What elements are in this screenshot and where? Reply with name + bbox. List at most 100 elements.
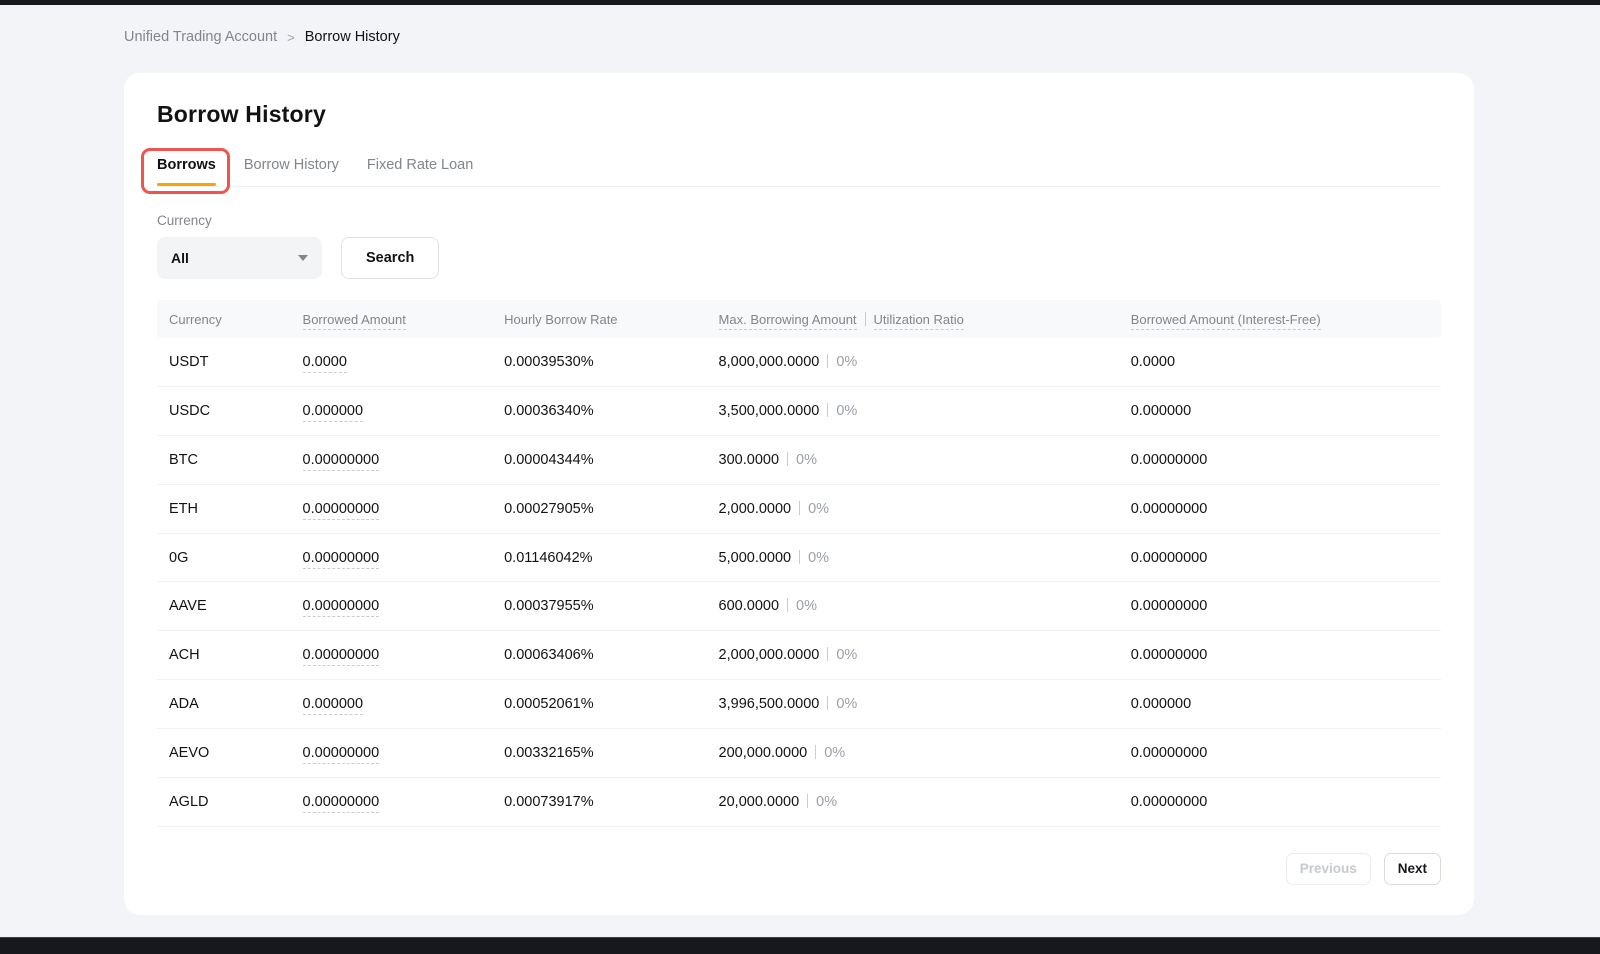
cell-currency: 0G [157, 550, 291, 566]
cell-borrowed-interest-free: 0.00000000 [1119, 647, 1441, 663]
tab-fixed-rate-loan-label: Fixed Rate Loan [367, 157, 473, 173]
cell-currency: BTC [157, 452, 291, 468]
previous-page-button[interactable]: Previous [1286, 853, 1371, 885]
cell-borrowed-amount: 0.000000 [291, 403, 493, 419]
active-tab-underline [157, 183, 216, 186]
pagination: Previous Next [157, 853, 1441, 885]
next-page-button[interactable]: Next [1384, 853, 1441, 885]
page-title: Borrow History [157, 101, 1441, 128]
cell-max-utilization: 3,500,000.00000% [707, 403, 1119, 419]
cell-max-utilization: 8,000,000.00000% [707, 354, 1119, 370]
breadcrumb-parent-link[interactable]: Unified Trading Account [124, 29, 277, 45]
cell-max-utilization: 3,996,500.00000% [707, 696, 1119, 712]
cell-borrowed-amount: 0.0000 [291, 354, 493, 370]
cell-utilization-ratio: 0% [796, 598, 817, 614]
table-row: ADA 0.000000 0.00052061% 3,996,500.00000… [157, 680, 1441, 729]
cell-currency: ETH [157, 501, 291, 517]
tab-fixed-rate-loan[interactable]: Fixed Rate Loan [367, 157, 473, 186]
cell-currency: ACH [157, 647, 291, 663]
cell-borrowed-interest-free: 0.00000000 [1119, 794, 1441, 810]
cell-divider [827, 696, 828, 710]
cell-borrowed-interest-free: 0.000000 [1119, 403, 1441, 419]
cell-max-utilization: 2,000.00000% [707, 501, 1119, 517]
cell-divider [815, 745, 816, 759]
currency-filter-label: Currency [157, 213, 1441, 228]
cell-currency: USDT [157, 354, 291, 370]
cell-currency: AAVE [157, 598, 291, 614]
chevron-down-icon [298, 255, 308, 261]
top-black-bar [0, 0, 1600, 5]
cell-utilization-ratio: 0% [808, 501, 829, 517]
currency-select[interactable]: All [157, 237, 322, 279]
cell-borrowed-amount: 0.00000000 [291, 745, 493, 761]
cell-currency: AGLD [157, 794, 291, 810]
header-borrowed-amount: Borrowed Amount [291, 312, 493, 327]
cell-currency: ADA [157, 696, 291, 712]
header-currency: Currency [157, 312, 291, 327]
cell-borrowed-interest-free: 0.00000000 [1119, 550, 1441, 566]
cell-hourly-borrow-rate: 0.00073917% [492, 794, 706, 810]
header-divider [865, 312, 866, 326]
cell-hourly-borrow-rate: 0.00027905% [492, 501, 706, 517]
cell-divider [799, 501, 800, 515]
search-button[interactable]: Search [341, 237, 439, 279]
breadcrumb-separator-icon: > [287, 30, 295, 45]
cell-borrowed-amount: 0.00000000 [291, 794, 493, 810]
filter-section: Currency All Search [157, 213, 1441, 279]
cell-utilization-ratio: 0% [836, 354, 857, 370]
cell-hourly-borrow-rate: 0.00004344% [492, 452, 706, 468]
cell-hourly-borrow-rate: 0.00332165% [492, 745, 706, 761]
table-row: 0G 0.00000000 0.01146042% 5,000.00000% 0… [157, 534, 1441, 583]
table-row: USDT 0.0000 0.00039530% 8,000,000.00000%… [157, 338, 1441, 387]
header-borrowed-interest-free: Borrowed Amount (Interest-Free) [1119, 312, 1441, 327]
cell-divider [827, 647, 828, 661]
cell-currency: AEVO [157, 745, 291, 761]
cell-utilization-ratio: 0% [824, 745, 845, 761]
cell-hourly-borrow-rate: 0.00036340% [492, 403, 706, 419]
table-row: AAVE 0.00000000 0.00037955% 600.00000% 0… [157, 582, 1441, 631]
header-max-borrowing-utilization: Max. Borrowing Amount Utilization Ratio [707, 312, 1119, 327]
cell-utilization-ratio: 0% [816, 794, 837, 810]
cell-max-utilization: 5,000.00000% [707, 550, 1119, 566]
table-row: USDC 0.000000 0.00036340% 3,500,000.0000… [157, 387, 1441, 436]
cell-max-utilization: 200,000.00000% [707, 745, 1119, 761]
cell-divider [827, 403, 828, 417]
header-utilization-ratio[interactable]: Utilization Ratio [874, 312, 964, 330]
table-body: USDT 0.0000 0.00039530% 8,000,000.00000%… [157, 338, 1441, 827]
cell-utilization-ratio: 0% [808, 550, 829, 566]
cell-utilization-ratio: 0% [836, 696, 857, 712]
tab-borrow-history-label: Borrow History [244, 157, 339, 173]
cell-divider [787, 452, 788, 466]
table-header-row: Currency Borrowed Amount Hourly Borrow R… [157, 300, 1441, 338]
cell-utilization-ratio: 0% [796, 452, 817, 468]
cell-utilization-ratio: 0% [836, 403, 857, 419]
header-max-borrowing-amount[interactable]: Max. Borrowing Amount [719, 312, 857, 330]
table-row: AGLD 0.00000000 0.00073917% 20,000.00000… [157, 778, 1441, 827]
cell-currency: USDC [157, 403, 291, 419]
breadcrumb: Unified Trading Account > Borrow History [124, 29, 400, 45]
cell-max-utilization: 600.00000% [707, 598, 1119, 614]
tab-borrows-label: Borrows [157, 157, 216, 173]
table-row: ACH 0.00000000 0.00063406% 2,000,000.000… [157, 631, 1441, 680]
cell-max-utilization: 2,000,000.00000% [707, 647, 1119, 663]
bottom-black-bar [0, 937, 1600, 954]
cell-divider [799, 550, 800, 564]
header-hourly-borrow-rate: Hourly Borrow Rate [492, 312, 706, 327]
cell-borrowed-interest-free: 0.0000 [1119, 354, 1441, 370]
cell-borrowed-amount: 0.000000 [291, 696, 493, 712]
cell-borrowed-interest-free: 0.00000000 [1119, 598, 1441, 614]
cell-divider [827, 354, 828, 368]
cell-hourly-borrow-rate: 0.00037955% [492, 598, 706, 614]
tab-borrow-history[interactable]: Borrow History [244, 157, 339, 186]
cell-utilization-ratio: 0% [836, 647, 857, 663]
cell-borrowed-interest-free: 0.000000 [1119, 696, 1441, 712]
cell-borrowed-interest-free: 0.00000000 [1119, 745, 1441, 761]
cell-hourly-borrow-rate: 0.00052061% [492, 696, 706, 712]
cell-hourly-borrow-rate: 0.00063406% [492, 647, 706, 663]
cell-hourly-borrow-rate: 0.00039530% [492, 354, 706, 370]
tab-borrows[interactable]: Borrows [157, 157, 216, 186]
tab-bar: Borrows Borrow History Fixed Rate Loan [157, 150, 1441, 187]
cell-borrowed-amount: 0.00000000 [291, 452, 493, 468]
cell-borrowed-amount: 0.00000000 [291, 501, 493, 517]
table-row: AEVO 0.00000000 0.00332165% 200,000.0000… [157, 729, 1441, 778]
